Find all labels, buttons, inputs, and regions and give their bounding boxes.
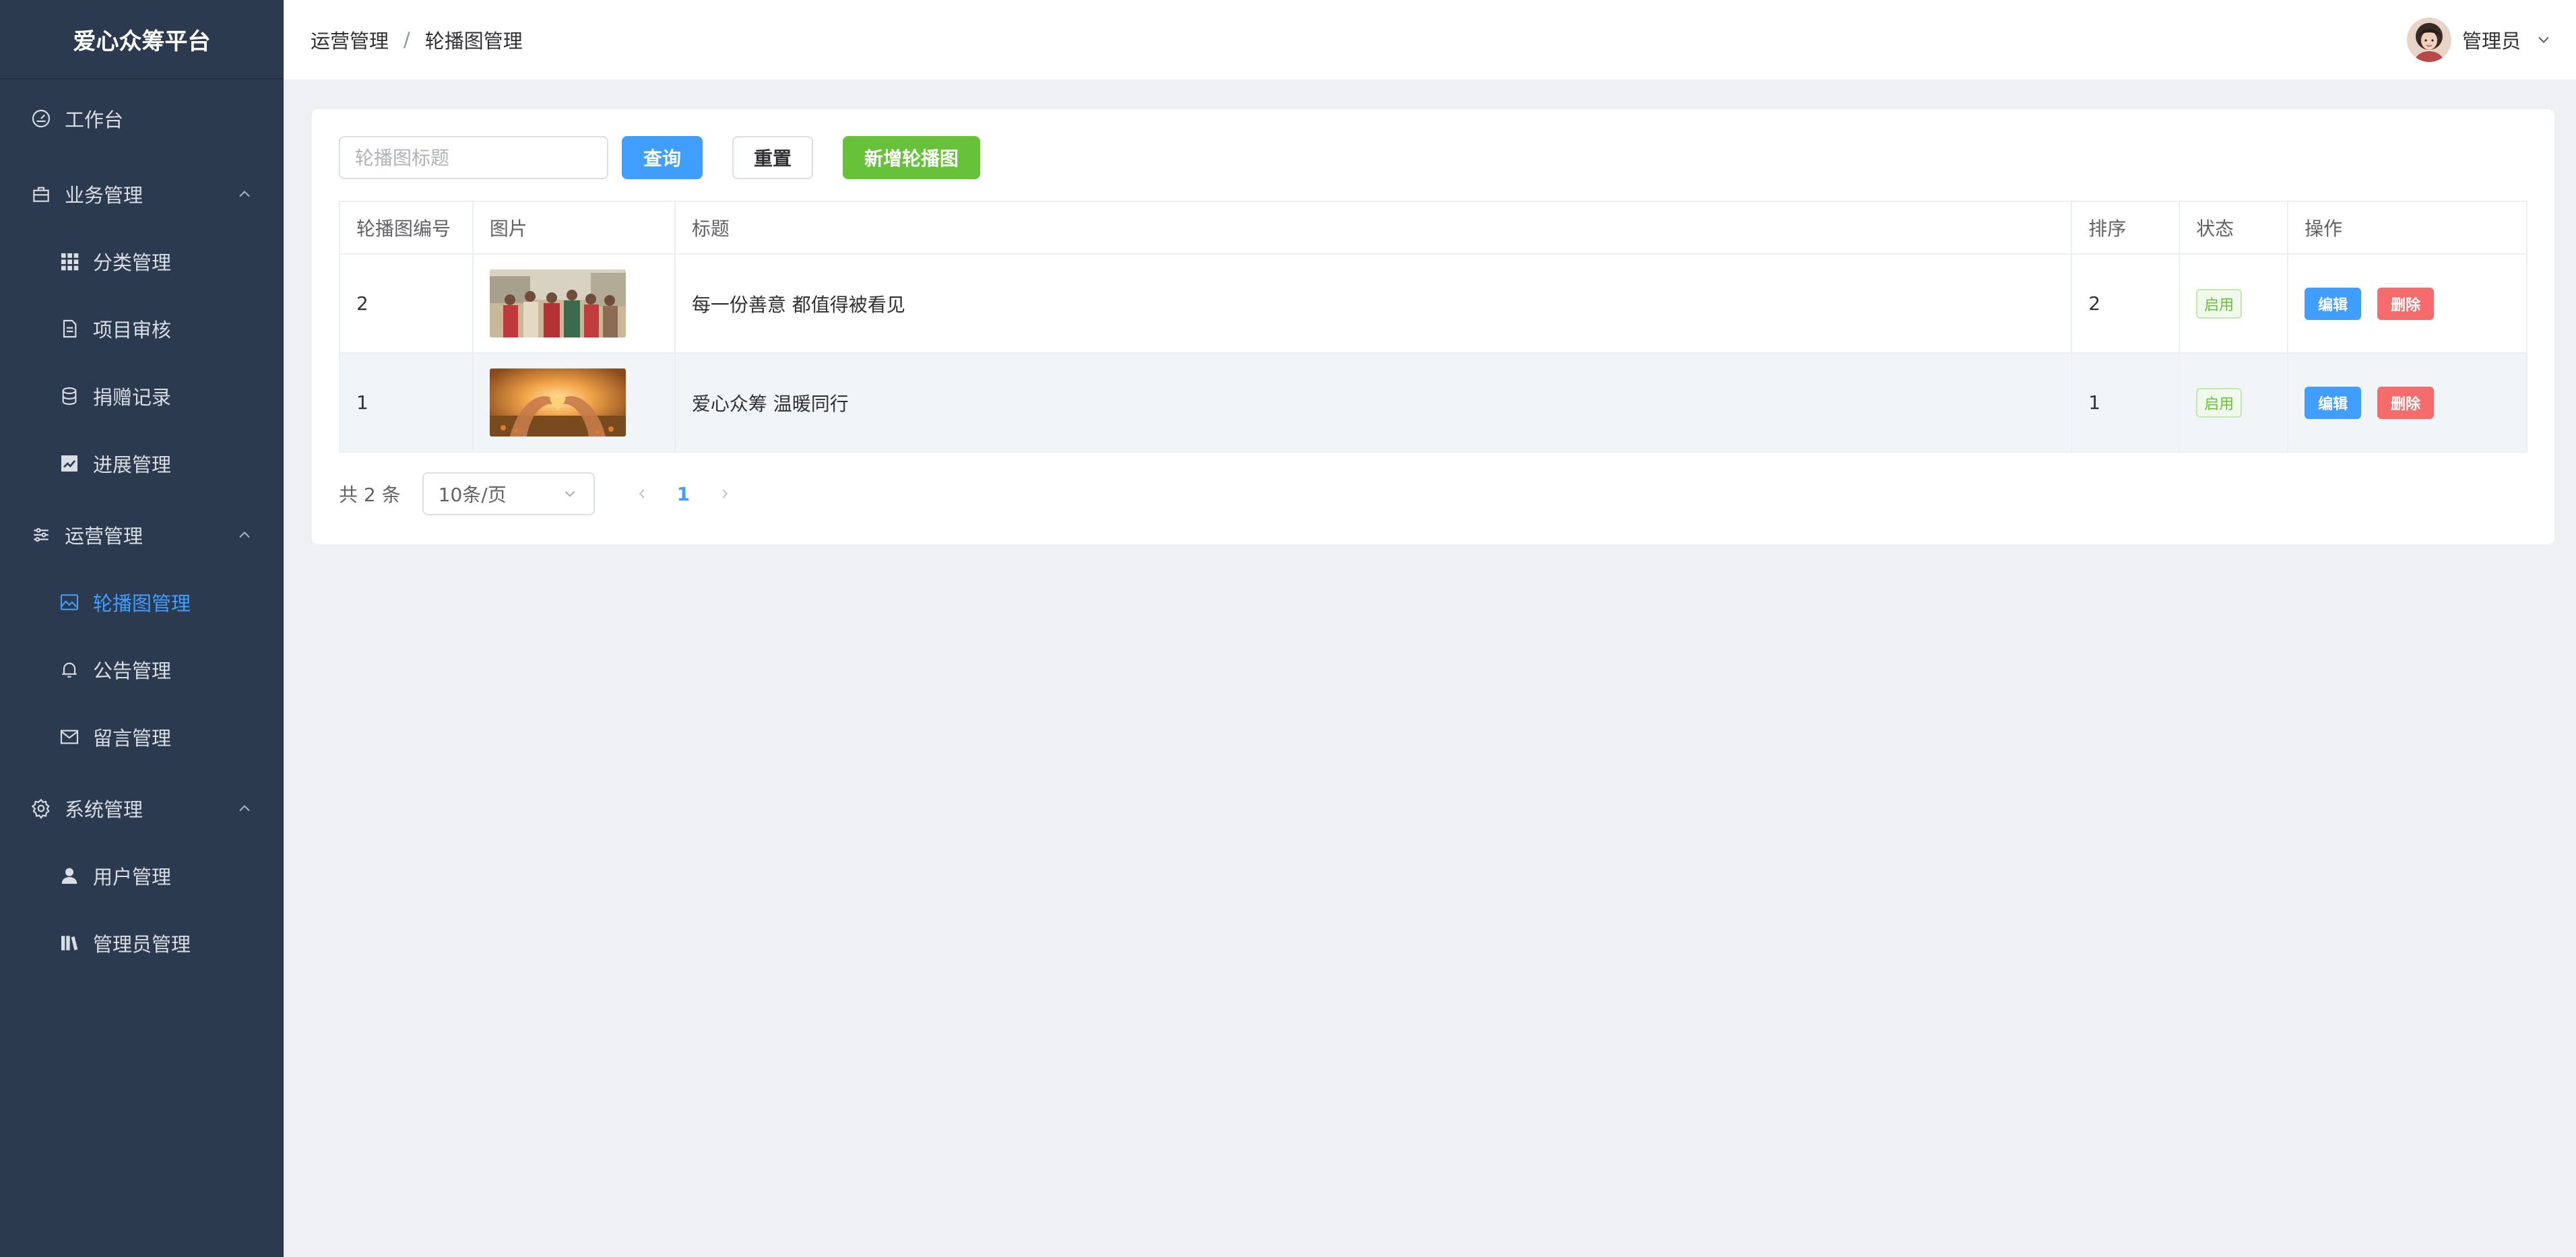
table-row: 2 每一份善意 都值得被看见 2 启用 编辑 删除 [339,253,2527,354]
status-badge: 启用 [2196,288,2243,319]
chevron-up-icon [239,805,250,812]
sidebar-item-label: 业务管理 [65,184,143,207]
sidebar-item-label: 进展管理 [93,453,172,476]
content-card: 查询 重置 新增轮播图 轮播图编号 图片 标题 排序 状态 操作 2 [312,109,2554,544]
avatar [2406,18,2451,62]
cell-actions: 编辑 删除 [2287,352,2527,453]
dashboard-icon [30,107,53,130]
user-icon [58,864,81,887]
settings-icon [30,797,53,820]
sidebar-item-label: 工作台 [65,108,124,131]
cell-image [472,352,676,453]
database-icon [58,385,81,408]
user-menu[interactable]: 管理员 [2406,16,2553,63]
sidebar-item-label: 系统管理 [65,798,143,821]
page-number-current[interactable]: 1 [677,483,690,505]
sidebar-group-system[interactable]: 系统管理 [0,775,284,842]
next-page-button[interactable] [715,484,734,503]
sidebar-item-dashboard[interactable]: 工作台 [0,85,284,152]
edit-button[interactable]: 编辑 [2305,386,2362,419]
column-header-sort: 排序 [2071,201,2181,255]
search-toolbar: 查询 重置 新增轮播图 [339,136,980,179]
sidebar-item-label: 公告管理 [93,659,172,682]
sidebar-item-label: 运营管理 [65,525,143,548]
pagination: 共 2 条 10条/页 1 [339,472,734,515]
sidebar-item-messages[interactable]: 留言管理 [0,703,284,771]
chevron-up-icon [239,191,250,197]
page-size-select[interactable]: 10条/页 [422,472,595,515]
breadcrumb-separator: / [404,28,410,51]
cell-image [472,253,676,354]
sidebar-item-progress[interactable]: 进展管理 [0,430,284,497]
column-header-image: 图片 [472,201,676,255]
search-input[interactable] [339,136,608,179]
sliders-icon [30,523,53,546]
delete-button[interactable]: 删除 [2377,386,2435,419]
cell-title: 每一份善意 都值得被看见 [674,253,2073,354]
chevron-up-icon [239,531,250,538]
app-title: 爱心众筹平台 [0,0,284,79]
sidebar: 爱心众筹平台 工作台 业务管理 分类管理 项目审核 捐赠记录 进展管理 运营管理… [0,0,284,1257]
sidebar-item-label: 用户管理 [93,866,172,889]
carousel-thumbnail[interactable] [489,269,626,337]
sidebar-item-label: 分类管理 [93,251,172,274]
column-header-id: 轮播图编号 [339,201,474,255]
sidebar-item-label: 轮播图管理 [93,592,191,615]
cell-title: 爱心众筹 温暖同行 [674,352,2073,453]
breadcrumb-item-operations[interactable]: 运营管理 [311,26,389,54]
breadcrumb: 运营管理 / 轮播图管理 [311,26,523,54]
page-size-value: 10条/页 [438,484,507,506]
column-header-title: 标题 [674,201,2073,255]
top-header: 运营管理 / 轮播图管理 管理员 [284,0,2576,79]
sidebar-item-label: 管理员管理 [93,933,191,956]
chevron-down-icon [2538,36,2549,43]
query-button[interactable]: 查询 [622,136,703,179]
carousel-thumbnail[interactable] [489,368,626,437]
sidebar-item-carousel[interactable]: 轮播图管理 [0,569,284,636]
sidebar-item-users[interactable]: 用户管理 [0,842,284,909]
table-row: 1 爱心众筹 温暖同行 1 启用 编辑 删除 [339,352,2527,453]
table-header-row: 轮播图编号 图片 标题 排序 状态 操作 [339,201,2527,255]
bell-icon [58,658,81,681]
user-name: 管理员 [2461,30,2521,53]
message-icon [58,726,81,748]
sidebar-item-label: 项目审核 [93,319,172,342]
sidebar-item-project-review[interactable]: 项目审核 [0,295,284,362]
sidebar-item-label: 留言管理 [93,727,172,750]
chevron-down-icon [565,491,575,497]
prev-page-button[interactable] [633,484,651,503]
breadcrumb-item-carousel: 轮播图管理 [424,30,523,53]
sidebar-group-operations[interactable]: 运营管理 [0,501,284,569]
cell-id: 2 [339,253,474,354]
status-badge: 启用 [2196,387,2243,418]
sidebar-item-donation-records[interactable]: 捐赠记录 [0,362,284,430]
sidebar-item-announcement[interactable]: 公告管理 [0,636,284,703]
cell-actions: 编辑 删除 [2287,253,2527,354]
chart-icon [58,452,81,475]
delete-button[interactable]: 删除 [2377,287,2435,320]
chevron-left-icon [639,489,645,498]
reset-button[interactable]: 重置 [732,136,813,179]
cell-id: 1 [339,352,474,453]
picture-icon [58,591,81,614]
total-count: 共 2 条 [339,484,401,506]
sidebar-group-business[interactable]: 业务管理 [0,160,284,228]
document-icon [58,317,81,340]
sidebar-item-category[interactable]: 分类管理 [0,228,284,295]
sidebar-item-admins[interactable]: 管理员管理 [0,909,284,977]
sidebar-item-label: 捐赠记录 [93,386,172,409]
cell-sort: 2 [2071,253,2181,354]
column-header-actions: 操作 [2287,201,2527,255]
edit-button[interactable]: 编辑 [2305,287,2362,320]
grid-icon [58,250,81,273]
column-header-status: 状态 [2179,201,2289,255]
cell-status: 启用 [2179,253,2289,354]
books-icon [58,932,81,955]
cell-status: 启用 [2179,352,2289,453]
business-icon [30,183,53,205]
cell-sort: 1 [2071,352,2181,453]
carousel-table: 轮播图编号 图片 标题 排序 状态 操作 2 每一份善意 都值得被看见 2 启用… [339,201,2527,453]
chevron-right-icon [722,489,728,498]
add-carousel-button[interactable]: 新增轮播图 [843,136,980,179]
